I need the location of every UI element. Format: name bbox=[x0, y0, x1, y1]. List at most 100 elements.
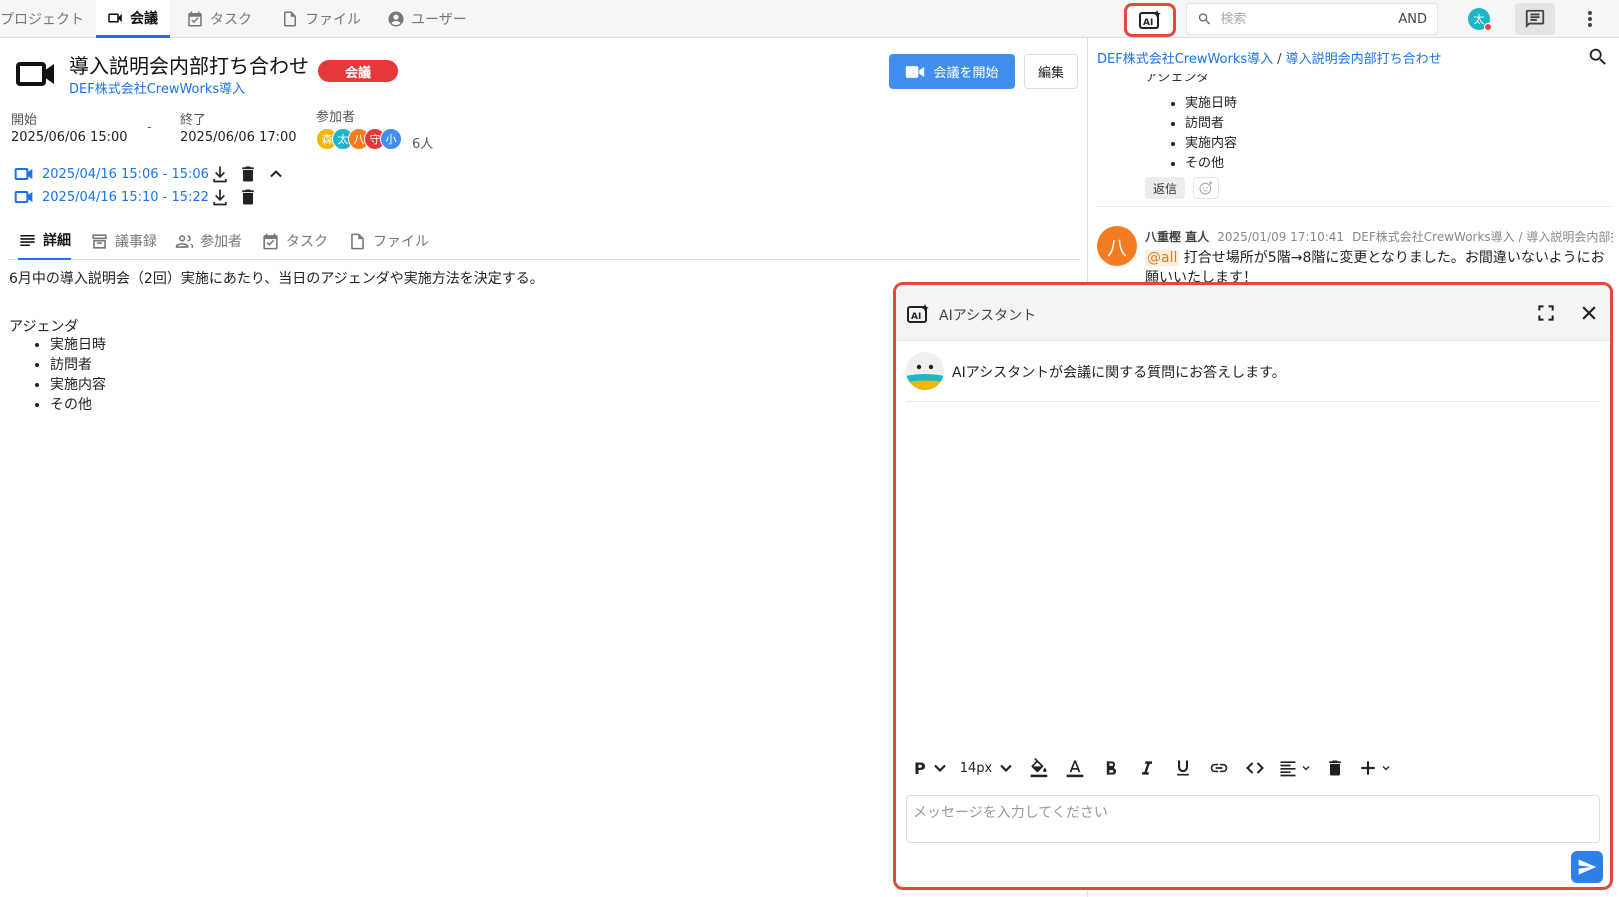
more-menu-button[interactable] bbox=[1580, 8, 1600, 30]
ai-dialog-title: AIアシスタント bbox=[939, 308, 1037, 324]
search-mode-toggle[interactable]: AND bbox=[1398, 12, 1427, 27]
bold-icon bbox=[1107, 761, 1117, 775]
global-search[interactable]: AND bbox=[1186, 3, 1438, 35]
agenda-item: 実施内容 bbox=[1185, 134, 1237, 154]
trash-icon bbox=[1329, 760, 1342, 776]
tab-task[interactable]: タスク bbox=[261, 222, 328, 260]
notification-dot bbox=[1484, 23, 1492, 31]
participants-label: 参加者 bbox=[316, 110, 356, 125]
breadcrumb-meeting[interactable]: 導入説明会内部打ち合わせ bbox=[1286, 52, 1442, 67]
bold-button[interactable] bbox=[1098, 755, 1124, 781]
video-icon bbox=[14, 168, 33, 180]
nav-tab-task[interactable]: タスク bbox=[186, 0, 252, 38]
message-timestamp: 2025/01/09 17:10:41 bbox=[1217, 230, 1345, 244]
block-format-select[interactable]: P bbox=[914, 755, 950, 781]
chevron-down-icon bbox=[1000, 764, 1013, 773]
nav-tab-label: ファイル bbox=[305, 12, 361, 28]
fullscreen-icon[interactable] bbox=[1536, 303, 1556, 323]
clear-button[interactable] bbox=[1322, 755, 1348, 781]
start-value: 2025/06/06 15:00 bbox=[11, 130, 128, 145]
ai-assistant-button[interactable]: AI bbox=[1124, 3, 1176, 37]
recording-time[interactable]: 2025/04/16 15:06 - 15:06 bbox=[42, 167, 209, 182]
chat-panel-button[interactable] bbox=[1515, 3, 1555, 35]
message-header: 八重樫 直人 2025/01/09 17:10:41 DEF株式会社CrewWork… bbox=[1145, 228, 1613, 245]
search-icon[interactable] bbox=[1587, 46, 1609, 68]
agenda-item: 実施日時 bbox=[50, 335, 106, 355]
underline-icon bbox=[1177, 760, 1190, 776]
message-author: 八重樫 直人 bbox=[1145, 230, 1210, 244]
start-label: 開始 bbox=[11, 113, 38, 128]
tab-participants[interactable]: 参加者 bbox=[175, 222, 242, 260]
avatar-initial: 太 bbox=[1473, 13, 1485, 26]
send-button[interactable] bbox=[1571, 851, 1603, 883]
ai-assistant-icon: AI bbox=[907, 304, 929, 323]
font-size-select[interactable]: 14px bbox=[960, 755, 1017, 781]
nav-tab-label: タスク bbox=[210, 12, 252, 28]
trash-icon[interactable] bbox=[238, 187, 258, 207]
nav-tab-file[interactable]: ファイル bbox=[281, 0, 361, 38]
user-circle-icon bbox=[388, 11, 404, 27]
people-icon bbox=[175, 234, 194, 248]
mention-tag[interactable]: @all bbox=[1145, 250, 1180, 266]
tab-label: タスク bbox=[286, 234, 328, 250]
start-meeting-button[interactable]: 会議を開始 bbox=[889, 54, 1015, 89]
code-button[interactable] bbox=[1242, 755, 1268, 781]
edit-button[interactable]: 編集 bbox=[1024, 54, 1078, 89]
trash-icon[interactable] bbox=[238, 164, 258, 184]
nav-tab-user[interactable]: ユーザー bbox=[387, 0, 467, 38]
align-select[interactable] bbox=[1278, 755, 1312, 781]
agenda-title-partial: アジェンダ bbox=[1145, 74, 1210, 85]
message-context[interactable]: DEF株式会社CrewWorks導入 / 導入説明会内部打... bbox=[1352, 230, 1613, 244]
avatar[interactable]: 八 bbox=[1097, 226, 1137, 266]
reply-button[interactable]: 返信 bbox=[1145, 177, 1185, 199]
italic-icon bbox=[1142, 761, 1153, 775]
file-icon bbox=[284, 11, 296, 27]
highlight-color-button[interactable] bbox=[1026, 755, 1052, 781]
add-reaction-button[interactable] bbox=[1193, 177, 1219, 199]
end-label: 終了 bbox=[180, 113, 207, 128]
insert-select[interactable] bbox=[1358, 755, 1392, 781]
project-link[interactable]: DEF株式会社CrewWorks導入 bbox=[69, 78, 245, 97]
rich-text-toolbar: P 14px bbox=[914, 755, 1402, 781]
recording-time[interactable]: 2025/04/16 15:10 - 15:22 bbox=[42, 190, 209, 205]
current-user-avatar[interactable]: 太 bbox=[1468, 8, 1492, 31]
download-icon[interactable] bbox=[210, 187, 230, 207]
agenda-item: 訪問者 bbox=[50, 355, 106, 375]
underline-button[interactable] bbox=[1170, 755, 1196, 781]
tab-file[interactable]: ファイル bbox=[348, 222, 429, 260]
chevron-down-icon bbox=[1382, 766, 1390, 771]
chevron-up-icon[interactable] bbox=[266, 164, 286, 184]
tab-minutes[interactable]: 議事録 bbox=[90, 222, 157, 260]
agenda-item: その他 bbox=[50, 395, 106, 415]
search-input[interactable] bbox=[1220, 11, 1391, 27]
bot-face-icon bbox=[906, 352, 944, 390]
top-navigation-bar: プロジェクト 会議 タスク ファイル ユーザー AI AND 太 bbox=[0, 0, 1619, 38]
participant-avatars[interactable]: 森 太 八 守 小 bbox=[316, 128, 402, 150]
nav-tab-project[interactable]: プロジェクト bbox=[0, 0, 84, 38]
text-color-button[interactable] bbox=[1062, 755, 1088, 781]
link-icon bbox=[1210, 763, 1228, 773]
italic-button[interactable] bbox=[1134, 755, 1160, 781]
tab-detail[interactable]: 詳細 bbox=[18, 222, 71, 260]
range-dash: - bbox=[147, 120, 152, 135]
align-left-icon bbox=[1280, 761, 1296, 777]
link-button[interactable] bbox=[1206, 755, 1232, 781]
file-icon bbox=[351, 233, 364, 249]
breadcrumb-project[interactable]: DEF株式会社CrewWorks導入 bbox=[1097, 52, 1273, 67]
nav-tab-label: プロジェクト bbox=[0, 12, 84, 28]
breadcrumb: DEF株式会社CrewWorks導入 / 導入説明会内部打ち合わせ bbox=[1097, 48, 1442, 67]
detail-tabs: 詳細 議事録 参加者 タスク ファイル bbox=[8, 222, 1080, 260]
download-icon[interactable] bbox=[210, 164, 230, 184]
video-camera-icon bbox=[16, 62, 54, 86]
meeting-description: 6月中の導入説明会（2回）実施にあたり、当日のアジェンダや実施方法を決定する。 bbox=[9, 271, 544, 287]
close-icon[interactable] bbox=[1579, 303, 1599, 323]
task-icon bbox=[263, 233, 278, 249]
agenda-item: 訪問者 bbox=[1185, 114, 1237, 134]
nav-tab-meeting[interactable]: 会議 bbox=[96, 0, 170, 38]
tab-label: 詳細 bbox=[43, 233, 71, 249]
message-input[interactable] bbox=[906, 795, 1600, 843]
svg-text:AI: AI bbox=[911, 312, 921, 322]
ai-assistant-dialog: AI AIアシスタント AIアシスタントが会議に関する質問にお答えします。 P … bbox=[893, 282, 1613, 890]
code-icon bbox=[1246, 762, 1265, 774]
message-agenda-list: 実施日時 訪問者 実施内容 その他 bbox=[1185, 94, 1237, 174]
